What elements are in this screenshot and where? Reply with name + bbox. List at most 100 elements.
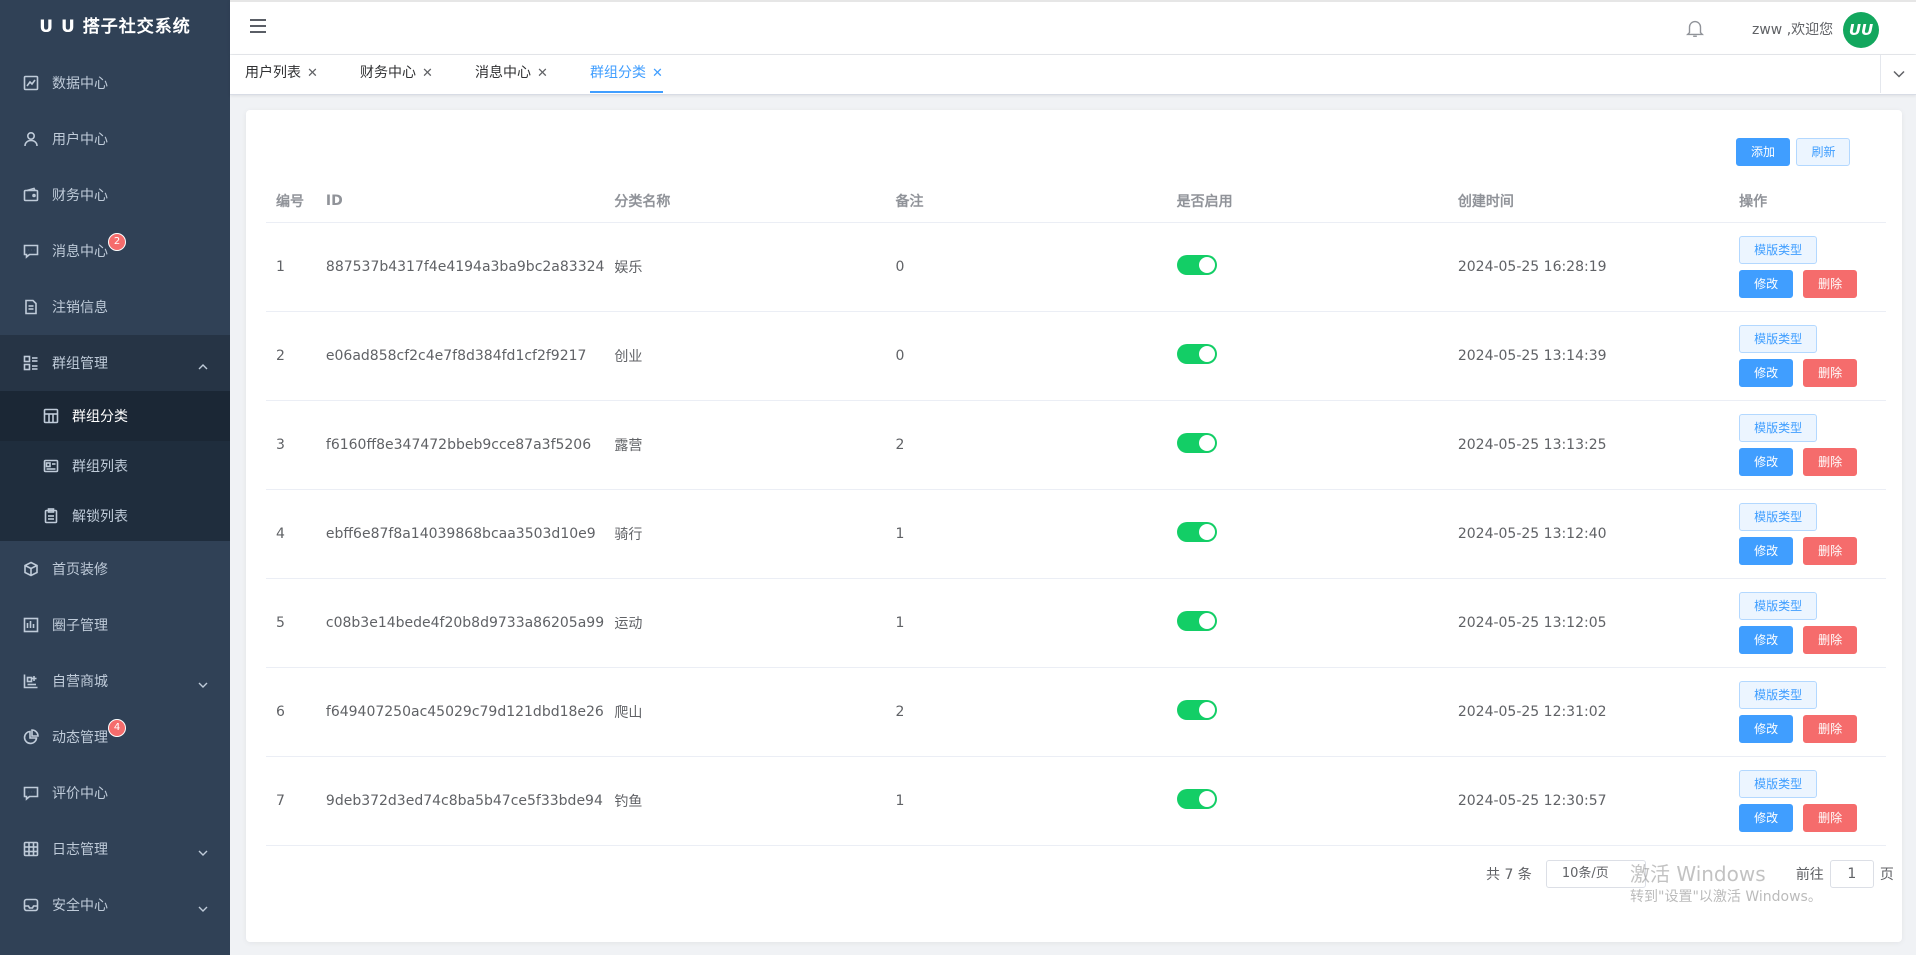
cell-created: 2024-05-25 13:12:40 bbox=[1447, 489, 1730, 579]
column-header-name[interactable]: 分类名称 bbox=[604, 180, 886, 223]
table-row: 4 ebff6e87f8a14039868bcaa3503d10e9 骑行 1 2024… bbox=[266, 489, 1886, 579]
delete-button[interactable]: 删除 bbox=[1803, 447, 1858, 476]
column-header-id[interactable]: ID bbox=[315, 180, 605, 223]
close-icon[interactable]: ✕ bbox=[422, 66, 433, 81]
enabled-toggle[interactable] bbox=[1176, 610, 1217, 631]
welcome-text: zww ,欢迎您 bbox=[1752, 22, 1834, 38]
cell-name: 骑行 bbox=[604, 489, 886, 579]
sidebar-item-group-management[interactable]: 群组管理 bbox=[0, 335, 230, 391]
sidebar-item-group-category[interactable]: 群组分类 bbox=[0, 391, 230, 441]
avatar[interactable]: UU bbox=[1843, 12, 1879, 48]
template-type-button[interactable]: 模版类型 bbox=[1739, 680, 1818, 709]
cell-created: 2024-05-25 12:31:02 bbox=[1447, 667, 1730, 757]
close-icon[interactable]: ✕ bbox=[307, 66, 318, 81]
sidebar-item-label: 注销信息 bbox=[52, 300, 108, 316]
cell-enabled bbox=[1166, 578, 1448, 668]
cell-no: 2 bbox=[266, 311, 316, 401]
close-icon[interactable]: ✕ bbox=[537, 66, 548, 81]
sidebar-item-review-center[interactable]: 评价中心 bbox=[0, 765, 230, 821]
page-jump-input[interactable]: 1 bbox=[1829, 860, 1874, 888]
enabled-toggle[interactable] bbox=[1176, 343, 1217, 364]
sidebar-item-finance-center[interactable]: 财务中心 bbox=[0, 167, 230, 223]
board-icon bbox=[22, 616, 40, 634]
delete-button[interactable]: 删除 bbox=[1803, 803, 1858, 832]
tab-message-center[interactable]: 消息中心 ✕ bbox=[475, 55, 548, 93]
template-type-button[interactable]: 模版类型 bbox=[1739, 413, 1818, 442]
sidebar-item-log-management[interactable]: 日志管理 bbox=[0, 821, 230, 877]
enabled-toggle[interactable] bbox=[1176, 254, 1217, 275]
windows-watermark-title: 激活 Windows bbox=[1630, 862, 1766, 886]
sidebar-item-security-center[interactable]: 安全中心 bbox=[0, 877, 230, 933]
cell-created: 2024-05-25 16:28:19 bbox=[1447, 222, 1730, 312]
cell-name: 钓鱼 bbox=[604, 756, 886, 846]
group-icon bbox=[22, 354, 40, 372]
tab-label: 用户列表 bbox=[245, 65, 301, 81]
tab-label: 消息中心 bbox=[475, 65, 531, 81]
table-row: 1 887537b4317f4e4194a3ba9bc2a83324 娱乐 0 2024… bbox=[266, 222, 1886, 312]
cell-created: 2024-05-25 13:14:39 bbox=[1447, 311, 1730, 401]
cell-enabled bbox=[1166, 222, 1448, 312]
enabled-toggle[interactable] bbox=[1176, 432, 1217, 453]
cell-created: 2024-05-25 13:12:05 bbox=[1447, 578, 1730, 668]
column-header-enabled[interactable]: 是否启用 bbox=[1166, 180, 1448, 223]
template-type-button[interactable]: 模版类型 bbox=[1739, 235, 1818, 264]
tags-view: 用户列表 ✕ 财务中心 ✕ 消息中心 ✕ 群组分类 ✕ bbox=[230, 55, 1916, 95]
windows-watermark-subtitle: 转到"设置"以激活 Windows。 bbox=[1630, 889, 1822, 905]
edit-button[interactable]: 修改 bbox=[1739, 625, 1794, 654]
sidebar-item-home-decoration[interactable]: 首页装修 bbox=[0, 541, 230, 597]
sidebar-item-label: 自营商城 bbox=[52, 674, 108, 690]
add-button[interactable]: 添加 bbox=[1736, 138, 1791, 166]
pagination-total: 共 7 条 bbox=[1486, 867, 1532, 883]
cell-enabled bbox=[1166, 667, 1448, 757]
enabled-toggle[interactable] bbox=[1176, 699, 1217, 720]
tab-finance-center[interactable]: 财务中心 ✕ bbox=[360, 55, 433, 93]
column-header-no[interactable]: 编号 bbox=[266, 180, 316, 223]
refresh-button[interactable]: 刷新 bbox=[1796, 138, 1851, 166]
clipboard-icon bbox=[42, 507, 60, 525]
edit-button[interactable]: 修改 bbox=[1739, 714, 1794, 743]
enabled-toggle[interactable] bbox=[1176, 521, 1217, 542]
sidebar-item-data-center[interactable]: 数据中心 bbox=[0, 55, 230, 111]
sidebar-item-message-center[interactable]: 消息中心 2 bbox=[0, 223, 230, 279]
sidebar-item-label: 群组管理 bbox=[52, 356, 108, 372]
edit-button[interactable]: 修改 bbox=[1739, 803, 1794, 832]
enabled-toggle[interactable] bbox=[1176, 788, 1217, 809]
delete-button[interactable]: 删除 bbox=[1803, 358, 1858, 387]
template-type-button[interactable]: 模版类型 bbox=[1739, 769, 1818, 798]
edit-button[interactable]: 修改 bbox=[1739, 358, 1794, 387]
edit-button[interactable]: 修改 bbox=[1739, 536, 1794, 565]
delete-button[interactable]: 删除 bbox=[1803, 269, 1858, 298]
bell-icon[interactable] bbox=[1684, 17, 1708, 41]
tabs-dropdown-icon[interactable] bbox=[1880, 55, 1916, 93]
sidebar-item-user-center[interactable]: 用户中心 bbox=[0, 111, 230, 167]
delete-button[interactable]: 删除 bbox=[1803, 714, 1858, 743]
edit-button[interactable]: 修改 bbox=[1739, 269, 1794, 298]
delete-button[interactable]: 删除 bbox=[1803, 625, 1858, 654]
template-type-button[interactable]: 模版类型 bbox=[1739, 324, 1818, 353]
delete-button[interactable]: 删除 bbox=[1803, 536, 1858, 565]
column-header-remark[interactable]: 备注 bbox=[885, 180, 1167, 223]
sidebar-item-group-list[interactable]: 群组列表 bbox=[0, 441, 230, 491]
tab-user-list[interactable]: 用户列表 ✕ bbox=[245, 55, 318, 93]
user-icon bbox=[22, 130, 40, 148]
shield-icon bbox=[22, 896, 40, 914]
sidebar-item-cancellation-info[interactable]: 注销信息 bbox=[0, 279, 230, 335]
sidebar-item-self-mall[interactable]: 自营商城 bbox=[0, 653, 230, 709]
group-submenu: 群组分类 群组列表 解锁列表 bbox=[0, 391, 230, 541]
column-header-created[interactable]: 创建时间 bbox=[1447, 180, 1730, 223]
sidebar-item-dynamic-management[interactable]: 动态管理 4 bbox=[0, 709, 230, 765]
tab-group-category[interactable]: 群组分类 ✕ bbox=[590, 55, 663, 93]
close-icon[interactable]: ✕ bbox=[652, 66, 663, 81]
sidebar-item-circle-management[interactable]: 圈子管理 bbox=[0, 597, 230, 653]
cell-name: 运动 bbox=[604, 578, 886, 668]
sidebar-item-unlock-list[interactable]: 解锁列表 bbox=[0, 491, 230, 541]
sidebar-item-label: 动态管理 bbox=[52, 730, 108, 746]
cell-remark: 1 bbox=[885, 756, 1167, 846]
cell-actions: 模版类型修改 删除 bbox=[1729, 311, 1886, 401]
template-type-button[interactable]: 模版类型 bbox=[1739, 591, 1818, 620]
edit-button[interactable]: 修改 bbox=[1739, 447, 1794, 476]
tab-label: 群组分类 bbox=[590, 65, 646, 81]
cell-no: 6 bbox=[266, 667, 316, 757]
hamburger-menu-icon[interactable] bbox=[250, 19, 268, 37]
template-type-button[interactable]: 模版类型 bbox=[1739, 502, 1818, 531]
